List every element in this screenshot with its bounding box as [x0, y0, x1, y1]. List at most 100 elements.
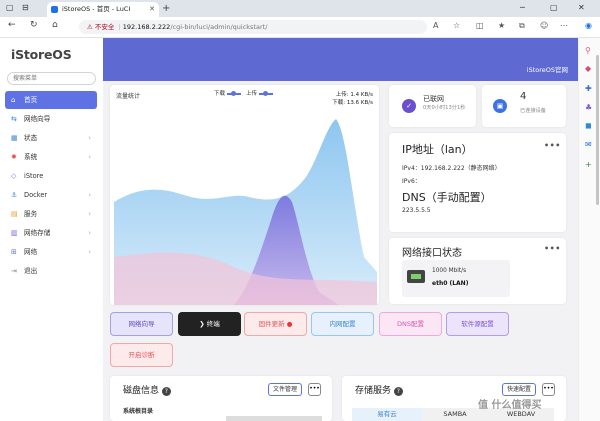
watermark-text: 值 什么值得买	[478, 400, 542, 411]
sidebar-item[interactable]: ▥ 网络存储 ›	[5, 224, 97, 242]
status-icon: ▦	[11, 134, 18, 142]
disk-card: 磁盘信息 ? 文件管理 ••• 系统根目录	[110, 376, 332, 421]
minimize-icon[interactable]: ─	[520, 3, 525, 12]
sidebar-item[interactable]: ⇆ 网络向导	[5, 110, 97, 128]
firmware-update-label: 固件更新	[258, 320, 285, 328]
more-menu-icon[interactable]: ⋯	[560, 21, 568, 30]
sidebar-item-label: Docker	[24, 191, 48, 199]
sidebar-item[interactable]: ⇥ 退出	[5, 262, 97, 280]
disk-title-text: 磁盘信息	[123, 386, 160, 396]
page-scrollbar[interactable]	[596, 55, 599, 205]
collections-icon[interactable]: ⧉	[519, 21, 525, 31]
new-tab-icon[interactable]: +	[162, 3, 170, 14]
favorite-star-icon[interactable]: ☆	[453, 21, 460, 30]
browser-nav-bar: ← ↻ ⌂ ⚠ 不安全 | 192.168.2.222/cgi-bin/luci…	[0, 17, 600, 38]
tools-icon[interactable]: ✚	[585, 84, 592, 93]
software-source-button[interactable]: 软件源配置	[446, 312, 509, 336]
storage-help-icon[interactable]: ?	[393, 387, 403, 396]
add-sidebar-icon[interactable]: +	[585, 160, 592, 169]
split-screen-icon[interactable]: ◫	[476, 21, 484, 30]
ethernet-led-icon	[411, 274, 421, 279]
sidebar-item[interactable]: ✹ 系统 ›	[5, 148, 97, 166]
address-bar[interactable]: ⚠ 不安全 | 192.168.2.222/cgi-bin/luci/admin…	[79, 20, 427, 34]
chevron-right-icon: ›	[88, 191, 91, 199]
official-site-link[interactable]: iStoreOS官网	[527, 64, 568, 74]
sidebar-item[interactable]: ⚓ Docker ›	[5, 186, 97, 204]
insecure-label: ⚠ 不安全	[87, 23, 115, 31]
traffic-title: 流量统计	[116, 93, 141, 100]
uptime-text: 0天0小时13分1秒	[423, 105, 466, 111]
istore-icon: ◇	[11, 172, 17, 180]
menu-search-input[interactable]	[7, 72, 96, 85]
search-sidebar-icon[interactable]: ⚲	[585, 46, 591, 55]
back-icon[interactable]: ←	[8, 20, 16, 30]
read-aloud-icon[interactable]: A	[433, 21, 438, 30]
quick-config-button[interactable]: 快速配置	[502, 383, 537, 396]
maximize-icon[interactable]: ▢	[550, 3, 558, 12]
sidebar-item[interactable]: ◇ iStore	[5, 167, 97, 185]
profile-icon[interactable]: ☺	[540, 21, 548, 30]
network-wizard-button[interactable]: 网络向导	[110, 312, 173, 336]
lan-config-button[interactable]: 内网配置	[311, 312, 374, 336]
home-page-icon[interactable]: ⌂	[52, 20, 58, 30]
sidebar-item-label: 退出	[24, 267, 38, 275]
services-icon: ▤	[11, 210, 18, 218]
legend-upload[interactable]: 上传	[246, 89, 274, 97]
wizard-icon: ⇆	[11, 115, 17, 123]
page-banner: iStoreOS官网	[103, 38, 578, 81]
sidebar-item[interactable]: ▦ 状态 ›	[5, 129, 97, 147]
sidebar-item-label: 状态	[24, 134, 38, 142]
address-path: /cgi-bin/luci/admin/quickstart/	[170, 23, 268, 31]
storage-more-button[interactable]: •••	[542, 383, 555, 396]
ip-title: IP地址（lan）	[402, 143, 473, 156]
sidebar-item[interactable]: ▤ 服务 ›	[5, 205, 97, 223]
logout-icon: ⇥	[11, 267, 17, 275]
browser-tab[interactable]: iStoreOS - 首页 - LuCI ✕	[47, 2, 159, 17]
sidebar-item-label: 首页	[24, 96, 38, 104]
firmware-update-button[interactable]: 固件更新 ●	[244, 312, 307, 336]
ip-more-icon[interactable]: •••	[544, 141, 561, 150]
terminal-button[interactable]: ❯ 终端	[178, 312, 241, 336]
chevron-right-icon: ›	[88, 248, 91, 256]
shopping-icon[interactable]: ◆	[585, 64, 591, 73]
tab-actions-icon[interactable]: ⊟	[22, 3, 29, 12]
dns-config-button[interactable]: DNS配置	[379, 312, 442, 336]
network-status-card[interactable]: ✓ 已联网 0天0小时13分1秒	[389, 85, 476, 127]
file-manager-button[interactable]: 文件管理	[268, 383, 303, 396]
dns-value: 223.5.5.5	[402, 207, 431, 214]
sidebar-item-label: 服务	[24, 210, 38, 218]
iface-more-icon[interactable]: •••	[544, 244, 561, 253]
devices-label: 已连接设备	[520, 108, 546, 114]
favorites-icon[interactable]: ★	[498, 21, 505, 30]
close-tab-icon[interactable]: ✕	[149, 2, 155, 17]
disk-title: 磁盘信息 ?	[123, 383, 171, 396]
help-icon[interactable]: ?	[161, 387, 171, 396]
home-icon: ⌂	[11, 96, 16, 104]
window-menu-icon[interactable]: ▢	[6, 3, 14, 12]
reload-icon[interactable]: ↻	[30, 20, 38, 30]
sidebar-item[interactable]: ⊞ 网络 ›	[5, 243, 97, 261]
system-icon: ✹	[11, 153, 17, 161]
ip-card: IP地址（lan） ••• IPv4：192.168.2.222（静态网络） I…	[389, 133, 566, 232]
close-window-icon[interactable]: ✕	[578, 3, 585, 12]
sidebar-item[interactable]: ⌂ 首页	[5, 91, 97, 109]
chevron-right-icon: ›	[88, 210, 91, 218]
brand-logo: iStoreOS	[11, 47, 72, 62]
sidebar-item-label: 网络	[24, 248, 38, 256]
devices-card[interactable]: ▣ 4 已连接设备	[482, 85, 566, 127]
tab-yiyouyun[interactable]: 易有云	[352, 408, 422, 421]
chevron-right-icon: ›	[88, 134, 91, 142]
dns-title: DNS（手动配置）	[402, 191, 492, 204]
legend-upload-label: 上传	[246, 91, 258, 97]
ipv4-label: IPv4：	[402, 165, 421, 172]
copilot-icon[interactable]: ◉	[585, 21, 592, 30]
iface-eth0[interactable]: 1000 Mbit/s eth0 (LAN)	[402, 260, 510, 297]
outlook-icon[interactable]: ✉	[585, 140, 592, 149]
office-icon[interactable]: ◼	[585, 121, 592, 130]
storage-title-text: 存储服务	[355, 386, 392, 396]
upload-speed: 上传: 1.4 KB/s	[335, 92, 373, 98]
games-icon[interactable]: ♣	[585, 103, 592, 112]
diagnostics-button[interactable]: 开启诊断	[110, 343, 173, 367]
legend-download[interactable]: 下载	[214, 89, 242, 97]
disk-more-button[interactable]: •••	[308, 383, 321, 396]
